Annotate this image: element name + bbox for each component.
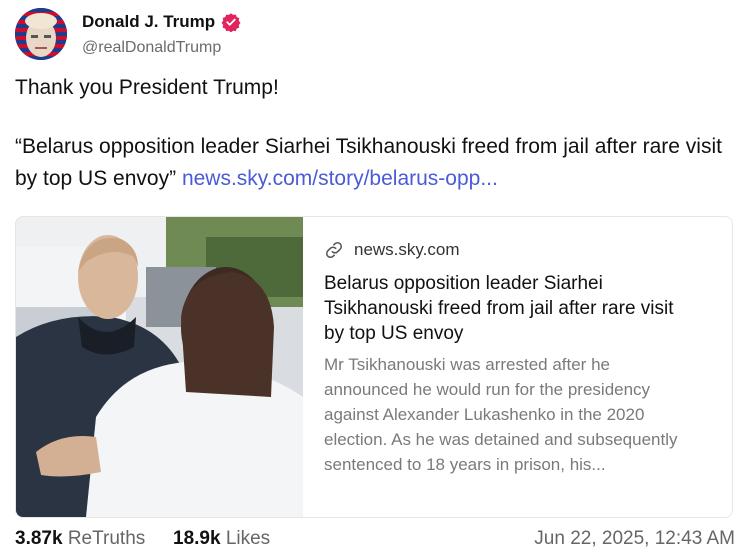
- card-title[interactable]: Belarus opposition leader Siarhei Tsikha…: [324, 271, 694, 346]
- name-row: Donald J. Trump: [82, 12, 241, 32]
- verified-badge-icon: [221, 13, 241, 32]
- card-description: Mr Tsikhanouski was arrested after he an…: [324, 355, 678, 474]
- card-body: news.sky.com Belarus opposition leader S…: [324, 237, 724, 477]
- display-name[interactable]: Donald J. Trump: [82, 12, 215, 32]
- likes-stat[interactable]: 18.9k Likes: [173, 528, 270, 550]
- post-text-line1: Thank you President Trump!: [15, 76, 279, 99]
- likes-count: 18.9k: [173, 528, 221, 549]
- link-preview-card[interactable]: news.sky.com Belarus opposition leader S…: [15, 216, 733, 518]
- retruths-label: ReTruths: [67, 528, 146, 549]
- avatar[interactable]: [15, 8, 67, 60]
- retruths-stat[interactable]: 3.87k ReTruths: [15, 528, 145, 550]
- handle[interactable]: @realDonaldTrump: [82, 39, 221, 57]
- card-domain: news.sky.com: [354, 240, 460, 259]
- post-header: Donald J. Trump @realDonaldTrump: [15, 8, 735, 64]
- article-photo: [16, 217, 303, 517]
- post-footer: 3.87k ReTruths 18.9k Likes Jun 22, 2025,…: [15, 528, 735, 554]
- likes-label: Likes: [225, 528, 271, 549]
- post-link[interactable]: news.sky.com/story/belarus-opp...: [182, 167, 498, 190]
- link-icon: [325, 241, 343, 259]
- post-text-quote: “Belarus opposition leader Siarhei Tsikh…: [15, 131, 737, 195]
- timestamp[interactable]: Jun 22, 2025, 12:43 AM: [534, 528, 735, 550]
- retruths-count: 3.87k: [15, 528, 63, 549]
- domain-row: news.sky.com: [324, 237, 724, 263]
